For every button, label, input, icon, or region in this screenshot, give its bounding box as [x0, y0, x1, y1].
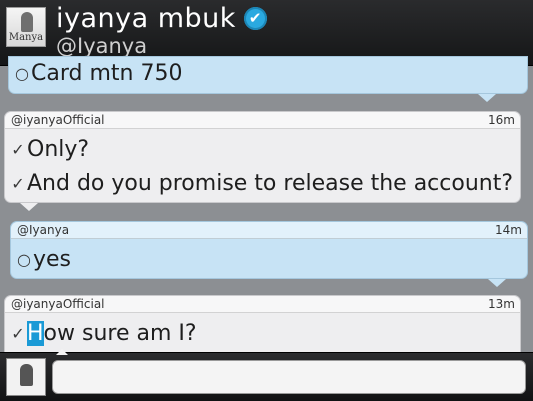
message-header: @Iyanya 14m [11, 222, 527, 239]
own-avatar[interactable] [6, 358, 46, 396]
checkmark-icon: ✓ [11, 174, 25, 193]
message-time: 14m [495, 223, 522, 237]
message-sender: @Iyanya [17, 223, 70, 237]
bubble-tail [488, 279, 506, 287]
checkmark-icon: ✓ [11, 324, 25, 343]
text-cursor-highlight: H [27, 321, 44, 346]
message-bubble-own[interactable]: ○ Card mtn 750 [8, 56, 528, 94]
composer-tail [56, 349, 68, 355]
message-composer [0, 352, 533, 401]
message-line: ○ yes [17, 247, 71, 272]
verified-badge-icon: ✔ [243, 6, 267, 30]
message-text: Only? [27, 137, 90, 162]
contact-avatar[interactable]: Manya [6, 7, 46, 47]
message-time: 13m [488, 297, 515, 311]
message-text: And do you promise to release the accoun… [27, 171, 514, 196]
contact-handle: @Iyanya [56, 34, 148, 58]
contact-name-row: iyanya mbuk ✔ [56, 2, 267, 34]
message-time: 16m [488, 113, 515, 127]
message-bubble-other[interactable]: @iyanyaOfficial 16m ✓ Only? ✓ And do you… [4, 111, 521, 203]
message-header: @iyanyaOfficial 13m [5, 296, 520, 313]
avatar-figure [21, 12, 33, 32]
checkmark-icon: ✓ [11, 140, 25, 159]
message-text: Card mtn 750 [31, 61, 183, 86]
bubble-tail [478, 94, 496, 102]
message-line: ✓ H ow sure am I? [11, 321, 197, 346]
message-input[interactable] [52, 360, 526, 394]
circle-icon: ○ [17, 250, 31, 269]
avatar-figure [20, 364, 33, 386]
message-line: ✓ And do you promise to release the acco… [11, 171, 513, 196]
contact-name: iyanya mbuk [56, 2, 236, 34]
message-sender: @iyanyaOfficial [11, 297, 105, 311]
bubble-tail [20, 203, 38, 211]
message-sender: @iyanyaOfficial [11, 113, 105, 127]
message-bubble-own[interactable]: @Iyanya 14m ○ yes [10, 221, 528, 279]
message-line: ✓ Only? [11, 137, 89, 162]
circle-icon: ○ [15, 64, 29, 83]
message-text: yes [33, 247, 72, 272]
message-header: @iyanyaOfficial 16m [5, 112, 520, 129]
message-line: ○ Card mtn 750 [15, 61, 182, 86]
message-text: ow sure am I? [43, 321, 197, 346]
avatar-label: Manya [8, 32, 44, 43]
